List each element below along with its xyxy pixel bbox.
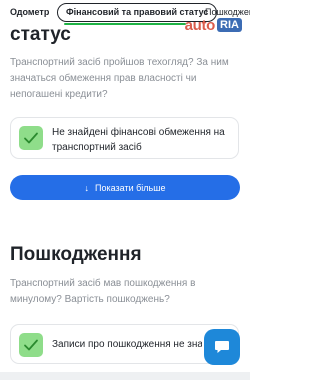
damage-section-title: Пошкодження bbox=[10, 244, 142, 265]
bottom-divider bbox=[0, 372, 250, 380]
financial-section-description: Транспортний засіб пройшов техогляд? За … bbox=[10, 57, 229, 100]
autoria-logo: auto RIA bbox=[185, 15, 242, 35]
tab-odometer[interactable]: Одометр bbox=[10, 3, 49, 22]
arrow-down-icon: ↓ bbox=[84, 182, 90, 193]
check-icon bbox=[19, 333, 43, 357]
damage-result-text: Записи про пошкодження не знайдені bbox=[52, 339, 202, 350]
logo-ria-badge: RIA bbox=[217, 18, 242, 32]
logo-auto-text: auto bbox=[184, 16, 216, 34]
show-more-button[interactable]: ↓ Показати більше bbox=[10, 175, 240, 200]
check-icon bbox=[19, 126, 43, 150]
damage-section-description: Транспортний засіб мав пошкодження в мин… bbox=[10, 278, 196, 305]
chat-button[interactable] bbox=[204, 329, 240, 365]
chat-icon bbox=[215, 341, 229, 353]
financial-section-title: статус bbox=[10, 24, 71, 45]
financial-result-text: Не знайдені фінансові обмеження на транс… bbox=[52, 127, 225, 153]
financial-result-card: Не знайдені фінансові обмеження на транс… bbox=[10, 117, 239, 159]
tab-progress-indicator bbox=[64, 23, 186, 25]
show-more-label: Показати більше bbox=[95, 182, 166, 193]
